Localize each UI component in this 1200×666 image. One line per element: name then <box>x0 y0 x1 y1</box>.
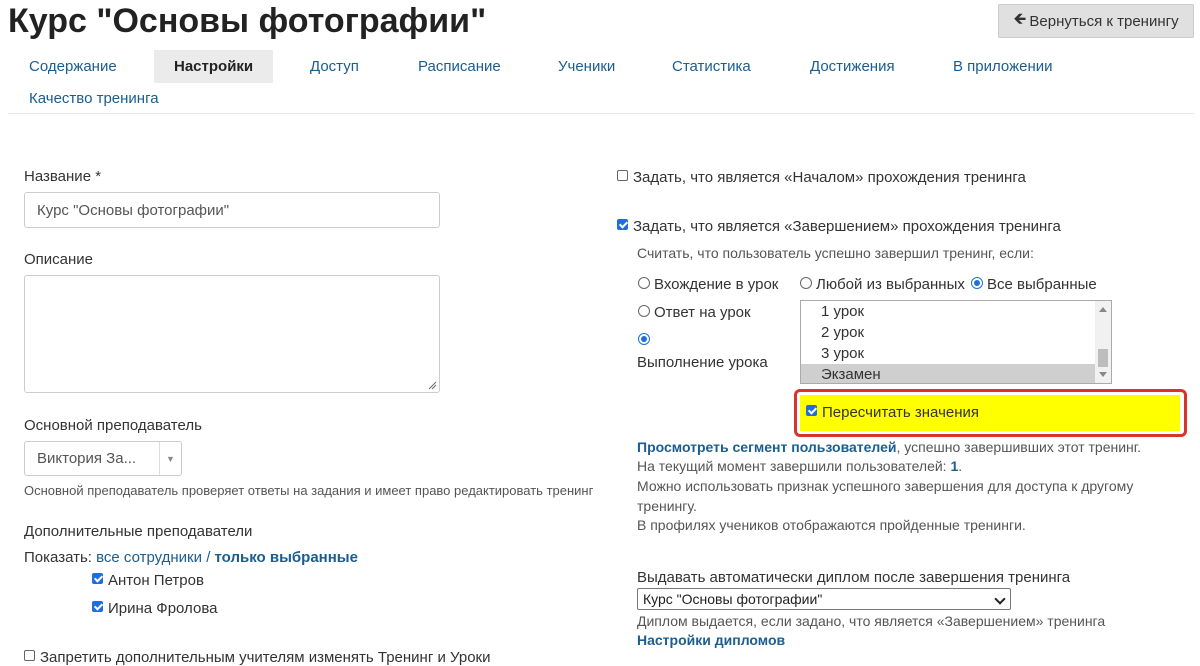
teacher-name: Ирина Фролова <box>108 600 218 617</box>
forbid-extra-teachers-label: Запретить дополнительным учителям изменя… <box>40 649 491 666</box>
info-text: В профилях учеников отображаются пройден… <box>637 517 1026 533</box>
main-teacher-value: Виктория За... <box>37 450 137 467</box>
radio-all-selected-label: Все выбранные <box>987 276 1097 293</box>
set-start-checkbox[interactable] <box>617 170 628 181</box>
listbox-scrollbar[interactable] <box>1095 301 1111 383</box>
diploma-hint: Диплом выдается, если задано, что являет… <box>637 613 1106 629</box>
recalc-checkbox[interactable] <box>806 405 817 416</box>
resize-handle-icon[interactable] <box>428 381 437 390</box>
radio-any-selected[interactable] <box>800 277 812 289</box>
set-finish-label: Задать, что является «Завершением» прохо… <box>633 218 1061 235</box>
finish-condition-hint: Считать, что пользователь успешно заверш… <box>637 245 1034 261</box>
extra-teachers-label: Дополнительные преподаватели <box>24 523 253 540</box>
chevron-down-icon <box>994 593 1006 605</box>
main-teacher-select[interactable]: Виктория За... ▼ <box>24 441 182 476</box>
show-all-employees-link[interactable]: все сотрудники <box>96 549 202 566</box>
name-input[interactable]: Курс "Основы фотографии" <box>24 192 440 228</box>
description-textarea[interactable] <box>24 275 440 393</box>
diploma-settings-link[interactable]: Настройки дипломов <box>637 632 785 648</box>
tab-statistics[interactable]: Статистика <box>672 58 751 75</box>
dropdown-arrow-icon: ▼ <box>159 442 181 475</box>
show-selected-only-link[interactable]: только выбранные <box>215 549 358 566</box>
back-button-label: Вернуться к тренингу <box>1029 12 1179 30</box>
radio-lesson-answer-label: Ответ на урок <box>654 304 751 321</box>
main-teacher-hint: Основной преподаватель проверяет ответы … <box>24 483 594 498</box>
diploma-label: Выдавать автоматически диплом после заве… <box>637 569 1071 586</box>
page-title: Курс "Основы фотографии" <box>8 2 487 40</box>
info-text: Можно использовать признак успешного зав… <box>637 478 1134 494</box>
name-input-value: Курс "Основы фотографии" <box>37 201 230 219</box>
diploma-select-value: Курс "Основы фотографии" <box>643 591 823 607</box>
radio-any-selected-label: Любой из выбранных <box>816 276 965 293</box>
teacher-name: Антон Петров <box>108 572 204 589</box>
radio-lesson-enter-label: Вхождение в урок <box>654 276 779 293</box>
tab-settings[interactable]: Настройки <box>154 50 274 83</box>
lesson-option[interactable]: 2 урок <box>801 322 1111 343</box>
name-label: Название * <box>24 168 102 185</box>
radio-lesson-complete[interactable] <box>638 333 650 345</box>
lesson-option-selected[interactable]: Экзамен <box>801 364 1111 383</box>
diploma-settings-line: Настройки дипломов <box>637 632 785 648</box>
diploma-select[interactable]: Курс "Основы фотографии" <box>637 588 1011 610</box>
tab-training-quality[interactable]: Качество тренинга <box>29 90 159 107</box>
tab-access[interactable]: Доступ <box>310 58 359 75</box>
scrollbar-thumb[interactable] <box>1098 349 1108 367</box>
set-finish-checkbox[interactable] <box>617 219 628 230</box>
completed-count-line: На текущий момент завершили пользователе… <box>637 458 963 474</box>
tab-in-app[interactable]: В приложении <box>953 58 1053 75</box>
lesson-option[interactable]: 3 урок <box>801 343 1111 364</box>
radio-lesson-answer[interactable] <box>638 305 650 317</box>
lesson-option[interactable]: 1 урок <box>801 301 1111 322</box>
lessons-listbox[interactable]: 1 урок 2 урок 3 урок Экзамен <box>800 300 1112 384</box>
description-label: Описание <box>24 251 94 268</box>
view-segment-link[interactable]: Просмотреть сегмент пользователей <box>637 439 897 455</box>
teacher-checkbox-irina[interactable] <box>92 601 103 612</box>
tab-content[interactable]: Содержание <box>29 58 117 75</box>
scroll-down-icon[interactable] <box>1099 372 1107 377</box>
back-to-training-button[interactable]: 🡸 Вернуться к тренингу <box>998 4 1194 38</box>
show-filter: Показать: все сотрудники / только выбран… <box>24 549 358 566</box>
arrow-left-icon: 🡸 <box>1013 10 1027 28</box>
tab-schedule[interactable]: Расписание <box>418 58 501 75</box>
set-start-label: Задать, что является «Началом» прохожден… <box>633 169 1026 186</box>
recalc-label: Пересчитать значения <box>822 404 980 421</box>
tab-achievements[interactable]: Достижения <box>810 58 895 75</box>
tab-students[interactable]: Ученики <box>558 58 615 75</box>
segment-line: Просмотреть сегмент пользователей, успеш… <box>637 439 1142 455</box>
radio-lesson-enter[interactable] <box>638 277 650 289</box>
forbid-extra-teachers-checkbox[interactable] <box>24 650 35 661</box>
scroll-up-icon[interactable] <box>1099 307 1107 312</box>
radio-all-selected[interactable] <box>971 277 983 289</box>
info-text: тренингу. <box>637 498 697 514</box>
tabs-divider <box>8 113 1194 114</box>
main-teacher-label: Основной преподаватель <box>24 417 202 434</box>
teacher-checkbox-anton[interactable] <box>92 573 103 584</box>
radio-lesson-complete-label: Выполнение урока <box>637 354 768 371</box>
